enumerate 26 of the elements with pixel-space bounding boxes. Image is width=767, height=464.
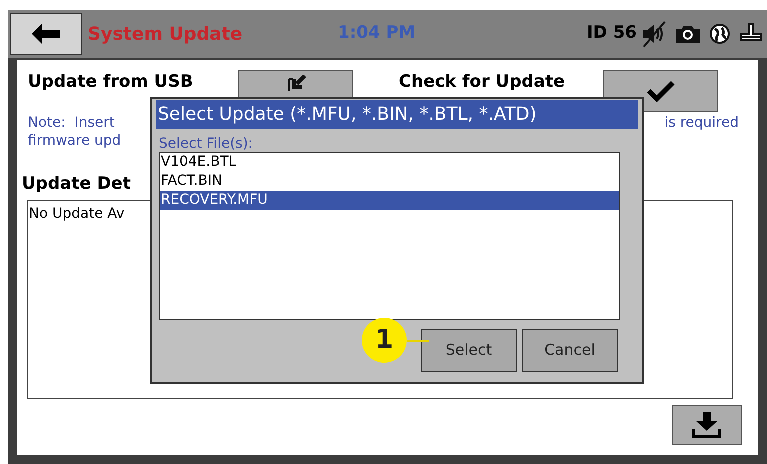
leader-line (407, 340, 429, 342)
select-button[interactable]: Select (421, 329, 517, 372)
screen-title: System Update (88, 22, 244, 46)
cancel-button[interactable]: Cancel (522, 329, 618, 372)
update-details-heading: Update Det (22, 173, 131, 196)
download-button[interactable] (672, 404, 742, 444)
update-from-usb-label: Update from USB (28, 72, 194, 92)
list-label: Select File(s): (159, 136, 254, 152)
muted-speaker-icon (641, 20, 667, 48)
file-list-item[interactable]: FACT.BIN (160, 172, 619, 191)
device-id: ID 56 (586, 22, 637, 46)
dialog-title: Select Update (*.MFU, *.BIN, *.BTL, *.ATD) (156, 100, 638, 129)
file-list-item[interactable]: V104E.BTL (160, 153, 619, 172)
clock-time: 1:04 PM (338, 22, 416, 46)
note-text: Note: Insert (28, 114, 115, 132)
check-for-update-label: Check for Update (399, 72, 566, 92)
back-arrow-icon (30, 23, 62, 45)
note-text: firmware upd (28, 132, 122, 150)
download-icon (691, 410, 723, 438)
details-text: No Update Av (29, 206, 125, 222)
globe-icon (709, 23, 731, 45)
camera-icon (675, 24, 701, 44)
back-button[interactable] (10, 13, 82, 55)
checkmark-icon (646, 80, 676, 102)
note-text: is required (664, 114, 739, 132)
file-list-item[interactable]: RECOVERY.MFU (160, 191, 619, 210)
